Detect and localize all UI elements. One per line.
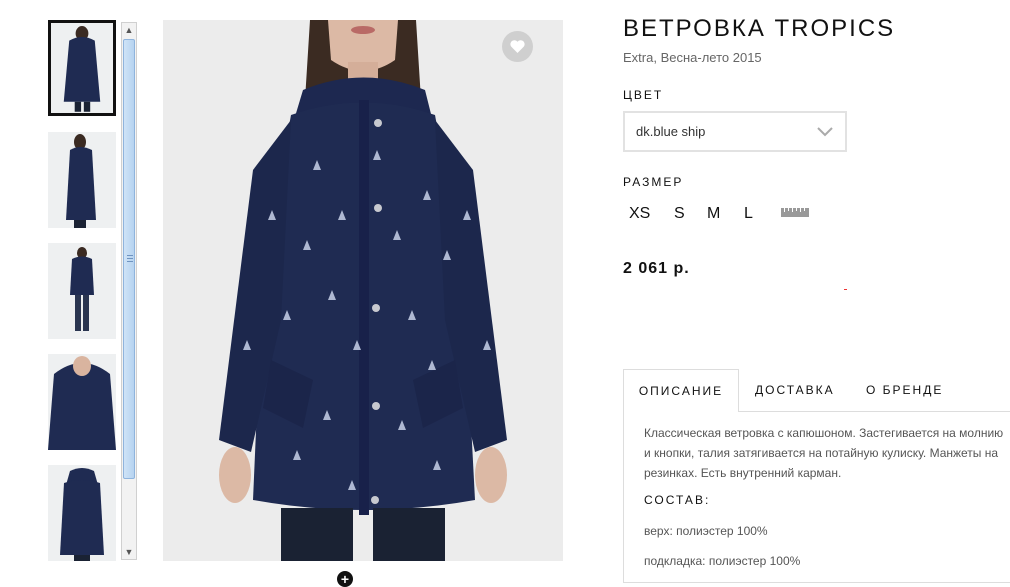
size-option-s[interactable]: S <box>674 205 685 223</box>
tab-description[interactable]: ОПИСАНИЕ <box>623 369 739 412</box>
favorite-button[interactable] <box>502 31 533 62</box>
tab-panel-description: Классическая ветровка с капюшоном. Засте… <box>623 411 1010 583</box>
description-text: Классическая ветровка с капюшоном. Засте… <box>644 426 1004 480</box>
composition-lining: подкладка: полиэстер 100% <box>644 554 801 568</box>
ruler-icon[interactable] <box>781 208 809 217</box>
product-title: ВЕТРОВКА TROPICS <box>623 15 896 42</box>
color-label: ЦВЕТ <box>623 88 664 102</box>
product-price: 2 061 р. <box>623 260 690 277</box>
scroll-down-icon[interactable]: ▼ <box>122 545 136 559</box>
composition-outer: верх: полиэстер 100% <box>644 524 768 538</box>
thumbnail-side[interactable] <box>48 132 116 228</box>
tab-brand[interactable]: О БРЕНДЕ <box>866 369 943 411</box>
thumbnail-closeup[interactable] <box>48 354 116 450</box>
size-label: РАЗМЕР <box>623 175 684 189</box>
product-subtitle: Extra, Весна-лето 2015 <box>623 50 762 65</box>
scrollbar-thumb[interactable] <box>123 39 135 479</box>
thumbnail-back[interactable] <box>48 465 116 561</box>
product-main-image[interactable] <box>163 20 563 561</box>
product-info-tabs: ОПИСАНИЕ ДОСТАВКА О БРЕНДЕ Классическая … <box>623 369 1010 583</box>
color-select[interactable]: dk.blue ship <box>623 111 847 152</box>
tab-delivery[interactable]: ДОСТАВКА <box>755 369 835 411</box>
chevron-down-icon <box>817 127 833 137</box>
size-option-l[interactable]: L <box>744 205 753 223</box>
color-selected-value: dk.blue ship <box>636 124 706 139</box>
plus-icon[interactable]: + <box>337 571 353 587</box>
thumbnail-full[interactable] <box>48 243 116 339</box>
composition-title: СОСТАВ: <box>644 493 711 507</box>
thumbnail-front[interactable] <box>48 20 116 116</box>
size-option-xs[interactable]: XS <box>629 205 650 223</box>
scroll-up-icon[interactable]: ▲ <box>122 23 136 37</box>
thumbnail-scrollbar[interactable]: ▲ ▼ <box>121 22 137 560</box>
heart-icon <box>510 40 525 53</box>
size-option-m[interactable]: M <box>707 205 720 223</box>
accent-mark <box>844 289 847 290</box>
